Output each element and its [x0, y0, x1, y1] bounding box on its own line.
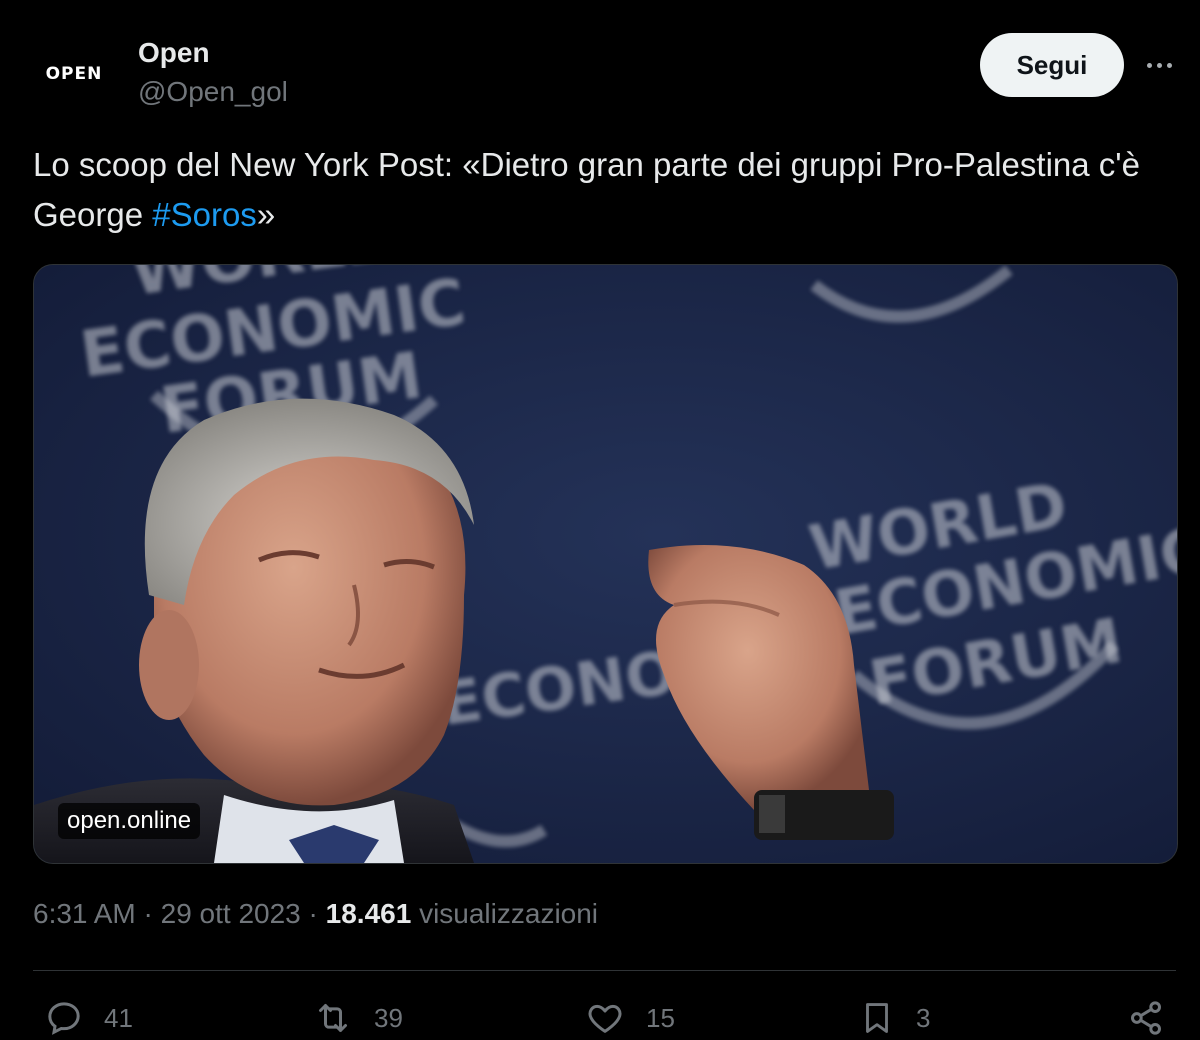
heart-icon [588, 1004, 622, 1033]
like-count: 15 [646, 1002, 675, 1033]
divider [33, 970, 1176, 971]
retweet-button[interactable]: 39 [312, 998, 403, 1038]
dot [1166, 62, 1172, 68]
bookmark-button[interactable]: 3 [858, 998, 930, 1038]
action-bar: 41 39 15 3 [0, 998, 1200, 1040]
media-domain-label: open.online [58, 803, 201, 839]
author-name[interactable]: Open [138, 36, 288, 70]
meta-separator: · [300, 898, 326, 929]
media-image[interactable]: WORLD ECONOMIC FORUM WORLD ECONOMIC FORU… [33, 264, 1178, 864]
tweet-date[interactable]: 29 ott 2023 [161, 898, 301, 929]
views-count: 18.461 [325, 898, 412, 929]
reply-button[interactable]: 41 [44, 998, 133, 1038]
meta-separator: · [135, 898, 161, 929]
dot [1156, 62, 1162, 68]
share-button[interactable] [1126, 998, 1166, 1038]
tweet-text-closing: » [256, 196, 276, 233]
bookmark-icon [866, 1003, 888, 1033]
more-options-icon[interactable] [1138, 50, 1180, 80]
hashtag-link[interactable]: #Soros [152, 196, 257, 233]
tweet-card: OPEN Open @Open_gol Segui Lo scoop del N… [0, 0, 1200, 1040]
reply-count: 41 [104, 1002, 133, 1033]
bookmark-count: 3 [916, 1002, 931, 1033]
reply-icon [48, 1002, 80, 1035]
follow-button[interactable]: Segui [980, 33, 1124, 97]
like-button[interactable]: 15 [584, 998, 675, 1038]
avatar-logo-text: OPEN [45, 64, 103, 84]
tweet-time[interactable]: 6:31 AM [33, 898, 136, 929]
share-icon [1131, 1001, 1161, 1035]
tweet-meta: 6:31 AM · 29 ott 2023 · 18.461 visualizz… [33, 898, 598, 930]
author-handle[interactable]: @Open_gol [138, 74, 288, 110]
dot [1146, 62, 1152, 68]
avatar[interactable]: OPEN [34, 40, 114, 108]
retweet-icon [319, 1004, 347, 1032]
media-photo-illustration: WORLD ECONOMIC FORUM WORLD ECONOMIC FORU… [34, 265, 1177, 863]
retweet-count: 39 [374, 1002, 403, 1033]
tweet-text: Lo scoop del New York Post: «Dietro gran… [33, 140, 1173, 240]
views-label: visualizzazioni [419, 898, 599, 929]
author-info: Open @Open_gol [138, 36, 288, 110]
